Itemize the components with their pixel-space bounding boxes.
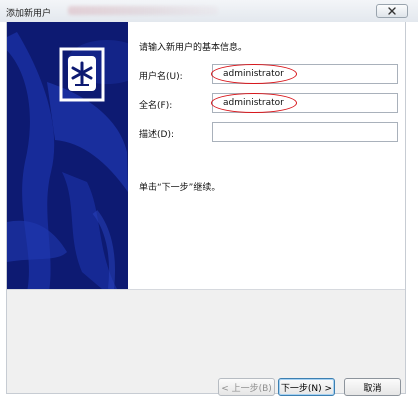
title-bar[interactable]: 添加新用户 [0, 0, 418, 22]
continue-hint: 单击“下一步”继续。 [139, 183, 221, 193]
description-label: 描述(D): [139, 130, 174, 140]
button-bar: < 上一步(B) 下一步(N) > 取消 [7, 289, 405, 396]
username-field[interactable] [212, 64, 398, 84]
username-label: 用户名(U): [139, 72, 183, 82]
close-icon [388, 7, 396, 15]
description-field[interactable] [212, 122, 398, 142]
close-button[interactable] [376, 4, 408, 18]
window-title: 添加新用户 [6, 9, 52, 19]
fullname-field[interactable] [212, 93, 398, 113]
cancel-button[interactable]: 取消 [344, 378, 401, 396]
title-bar-blur [68, 6, 218, 15]
back-button[interactable]: < 上一步(B) [218, 378, 275, 396]
add-user-dialog: 添加新用户 请输入新用户的基本信息。 用户名(U): administrator… [0, 0, 418, 402]
fullname-label: 全名(F): [139, 101, 173, 111]
dialog-frame: 请输入新用户的基本信息。 用户名(U): 全名(F): 描述(D): 单击“下一… [6, 22, 406, 396]
intro-text: 请输入新用户的基本信息。 [139, 43, 248, 53]
banner-art [7, 22, 128, 289]
next-button[interactable]: 下一步(N) > [278, 378, 335, 396]
wizard-banner [7, 22, 128, 289]
form-area: 请输入新用户的基本信息。 用户名(U): 全名(F): 描述(D): 单击“下一… [128, 22, 405, 289]
